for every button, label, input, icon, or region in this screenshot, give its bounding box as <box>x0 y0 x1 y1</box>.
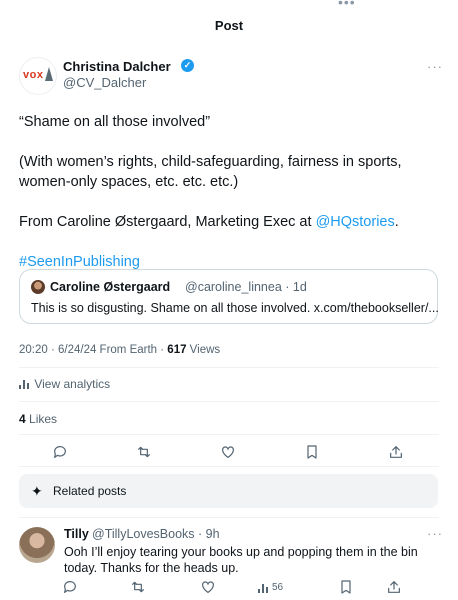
quote-avatar <box>31 280 45 294</box>
post-author: vox Christina Dalcher ✓ @CV_Dalcher ··· <box>19 55 442 95</box>
related-posts-banner[interactable]: ✦ Related posts <box>19 474 438 508</box>
views-count: 617 <box>167 344 187 356</box>
sparkle-icon: ✦ <box>31 483 43 499</box>
reply-views-icon[interactable] <box>258 583 270 593</box>
reply-bookmark-icon[interactable] <box>338 579 358 599</box>
post-timestamp[interactable]: 20:20 · 6/24/24 From Earth · <box>19 344 167 356</box>
divider <box>19 466 439 467</box>
mention-link[interactable]: @HQstories <box>316 214 395 230</box>
quote-author-name: Caroline Østergaard <box>50 280 171 294</box>
post-line-1: “Shame on all those involved” <box>19 114 211 130</box>
verified-badge-icon: ✓ <box>181 59 194 72</box>
avatar-logo-text: vox <box>23 69 44 81</box>
reply-like-icon[interactable] <box>200 579 220 599</box>
divider <box>19 401 439 402</box>
post-meta: 20:20 · 6/24/24 From Earth · 617 Views <box>19 344 220 356</box>
reply-more-icon[interactable]: ··· <box>427 526 443 541</box>
author-name[interactable]: Christina Dalcher <box>63 59 171 74</box>
reply-repost-icon[interactable] <box>130 579 150 599</box>
reply-share-icon[interactable] <box>386 579 406 599</box>
quote-text: This is so disgusting. Shame on all thos… <box>31 301 439 315</box>
author-avatar[interactable]: vox <box>19 57 57 95</box>
share-icon[interactable] <box>388 444 408 464</box>
post-line-3-end: . <box>394 214 399 230</box>
likes-count-link[interactable]: 4 Likes <box>19 412 57 426</box>
author-handle[interactable]: @CV_Dalcher <box>63 75 146 90</box>
related-posts-label: Related posts <box>53 484 127 498</box>
quote-author-handle: @caroline_linnea · 1d <box>185 280 307 294</box>
likes-label: Likes <box>25 412 58 426</box>
reply-author-handle[interactable]: @TillyLovesBooks · 9h <box>92 527 220 541</box>
post-body: “Shame on all those involved” (With wome… <box>19 112 431 272</box>
post-more-icon[interactable]: ··· <box>427 59 443 74</box>
reply-icon[interactable] <box>52 444 72 464</box>
top-bar: ••• Post <box>0 0 458 48</box>
divider <box>19 517 439 518</box>
divider <box>19 367 439 368</box>
post-line-2: (With women’s rights, child-safeguarding… <box>19 154 402 190</box>
like-icon[interactable] <box>220 444 240 464</box>
analytics-label: View analytics <box>34 377 111 391</box>
top-more-icon[interactable]: ••• <box>338 0 356 10</box>
views-label: Views <box>186 344 221 356</box>
reply-avatar[interactable] <box>19 527 55 563</box>
reply-reply-icon[interactable] <box>62 579 82 599</box>
divider <box>19 434 439 435</box>
page-title: Post <box>214 18 244 33</box>
quoted-post[interactable]: Caroline Østergaard @caroline_linnea · 1… <box>19 269 439 324</box>
post-line-3: From Caroline Østergaard, Marketing Exec… <box>19 212 431 232</box>
avatar-logo-mark <box>45 67 53 81</box>
reply-text: Ooh I’ll enjoy tearing your books up and… <box>64 545 418 575</box>
likes-count: 4 <box>19 412 26 426</box>
repost-icon[interactable] <box>136 444 156 464</box>
bookmark-icon[interactable] <box>304 444 324 464</box>
post-line-3-text: From Caroline Østergaard, Marketing Exec… <box>19 214 316 230</box>
view-analytics-link[interactable]: View analytics <box>19 377 110 391</box>
reply-views-count: 56 <box>272 582 284 593</box>
reply-author-name[interactable]: Tilly <box>64 527 89 541</box>
analytics-icon <box>19 379 31 389</box>
